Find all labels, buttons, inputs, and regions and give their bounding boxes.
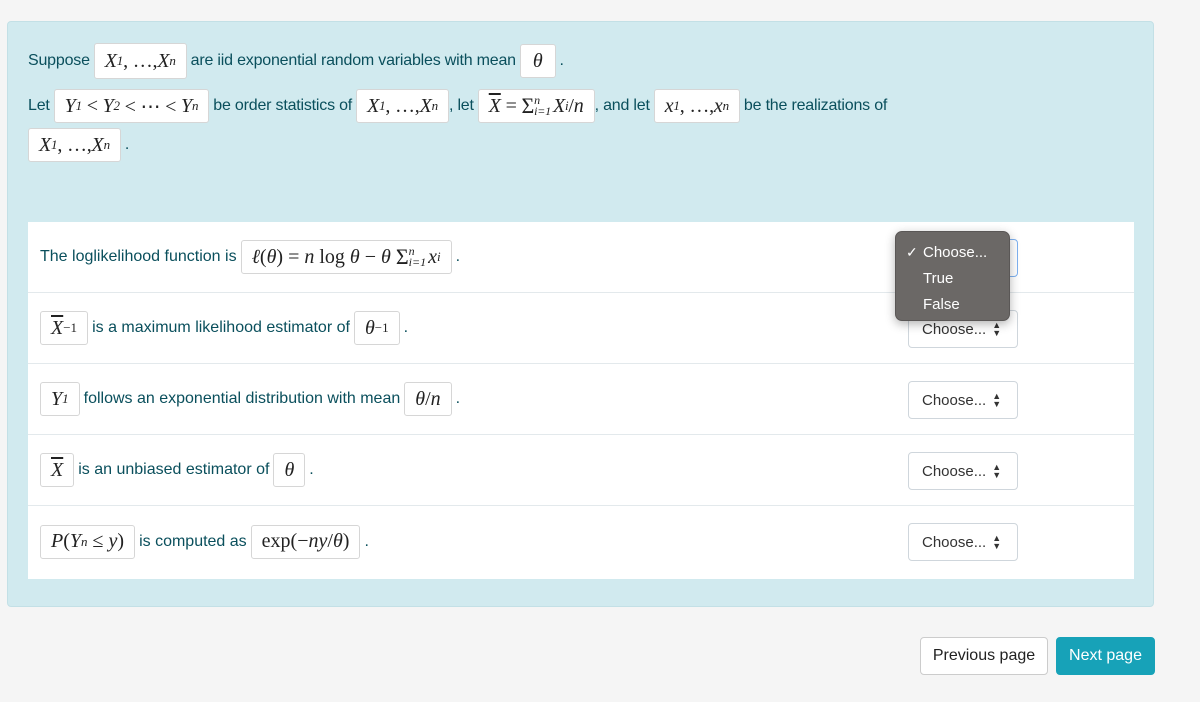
intro-text: , and let xyxy=(594,97,650,114)
intro-text: be order statistics of xyxy=(213,97,353,114)
intro-text: be the realizations of xyxy=(743,97,888,114)
math-probability: P(Yn ≤ y) xyxy=(40,524,136,559)
intro-text: are iid exponential random variables wit… xyxy=(190,52,516,69)
statement-text: follows an exponential distribution with… xyxy=(83,390,401,407)
question-statement: X is an unbiased estimator of θ . xyxy=(40,453,314,487)
math-loglikelihood: ℓ(θ) = n log θ − θ Σn i=1 x i xyxy=(240,240,452,274)
math-vars: X1, …, Xn xyxy=(356,89,449,123)
intro-line-3: X1, …, Xn . xyxy=(28,128,129,162)
answer-select[interactable]: Choose... ▲▼ xyxy=(908,452,1018,490)
math-xbar-definition: X = Σn i=1 Xi / n xyxy=(477,89,595,123)
intro-line-1: Suppose X1, …, Xn are iid exponential ra… xyxy=(28,43,564,79)
option-label: Choose... xyxy=(923,243,988,261)
intro-line-2: Let Y1 < Y2 < ⋯ < Yn be order statistics… xyxy=(28,89,887,123)
math-theta: θ xyxy=(519,44,556,78)
statement-text: . xyxy=(364,532,369,550)
select-arrows-icon: ▲▼ xyxy=(992,533,1002,551)
statement-text: . xyxy=(455,248,461,265)
statement-text: is an unbiased estimator of xyxy=(78,461,270,478)
question-row: P(Yn ≤ y) is computed as exp(− ny / θ) . Ch… xyxy=(28,506,1134,577)
math-exp: exp(− ny / θ) xyxy=(250,524,361,559)
statement-text: is computed as xyxy=(139,532,247,550)
answer-select[interactable]: Choose... ▲▼ xyxy=(908,523,1018,561)
statement-text: . xyxy=(309,461,314,478)
select-value: Choose... xyxy=(922,320,987,338)
statement-text: The loglikelihood function is xyxy=(40,248,237,265)
previous-page-button[interactable]: Previous page xyxy=(920,637,1048,675)
dropdown-option-choose[interactable]: ✓ Choose... xyxy=(896,239,1009,265)
select-arrows-icon: ▲▼ xyxy=(992,320,1002,338)
answer-select[interactable]: Choose... ▲▼ xyxy=(908,381,1018,419)
next-page-button[interactable]: Next page xyxy=(1056,637,1155,675)
statement-text: . xyxy=(455,390,461,407)
math-theta: θ xyxy=(273,453,306,487)
intro-text: Let xyxy=(28,97,50,114)
question-row: Y1 follows an exponential distribution w… xyxy=(28,364,1134,435)
select-dropdown-menu: ✓ Choose... True False xyxy=(895,231,1010,321)
question-statement: P(Yn ≤ y) is computed as exp(− ny / θ) . xyxy=(40,524,369,559)
select-value: Choose... xyxy=(922,462,987,480)
select-value: Choose... xyxy=(922,533,987,551)
question-statement: The loglikelihood function is ℓ(θ) = n l… xyxy=(40,240,460,274)
math-y1: Y1 xyxy=(40,382,80,416)
dropdown-option-true[interactable]: True xyxy=(896,265,1009,291)
math-order-statistics: Y1 < Y2 < ⋯ < Yn xyxy=(53,89,210,123)
intro-text: . xyxy=(559,52,564,69)
math-theta-over-n: θ / n xyxy=(404,382,452,416)
math-vars: X1, …, Xn xyxy=(93,43,187,79)
select-value: Choose... xyxy=(922,391,987,409)
intro-text: , let xyxy=(448,97,474,114)
select-arrows-icon: ▲▼ xyxy=(992,391,1002,409)
option-label: False xyxy=(923,295,960,313)
select-arrows-icon: ▲▼ xyxy=(992,462,1002,480)
question-statement: X −1 is a maximum likelihood estimator of… xyxy=(40,311,408,345)
question-statement: Y1 follows an exponential distribution w… xyxy=(40,382,460,416)
question-row: X is an unbiased estimator of θ . Choose… xyxy=(28,435,1134,506)
math-theta-inverse: θ −1 xyxy=(353,311,400,345)
math-xbar-inverse: X −1 xyxy=(40,311,89,345)
dropdown-option-false[interactable]: False xyxy=(896,291,1009,317)
math-vars: X1, …, Xn xyxy=(28,128,121,162)
math-realizations: x1, …, xn xyxy=(653,89,740,123)
math-xbar: X xyxy=(40,453,75,487)
statement-text: is a maximum likelihood estimator of xyxy=(92,319,350,336)
statement-text: . xyxy=(403,319,409,336)
check-icon: ✓ xyxy=(906,243,918,260)
option-label: True xyxy=(923,269,954,287)
intro-text: Suppose xyxy=(28,52,90,69)
intro-text: . xyxy=(124,136,130,153)
